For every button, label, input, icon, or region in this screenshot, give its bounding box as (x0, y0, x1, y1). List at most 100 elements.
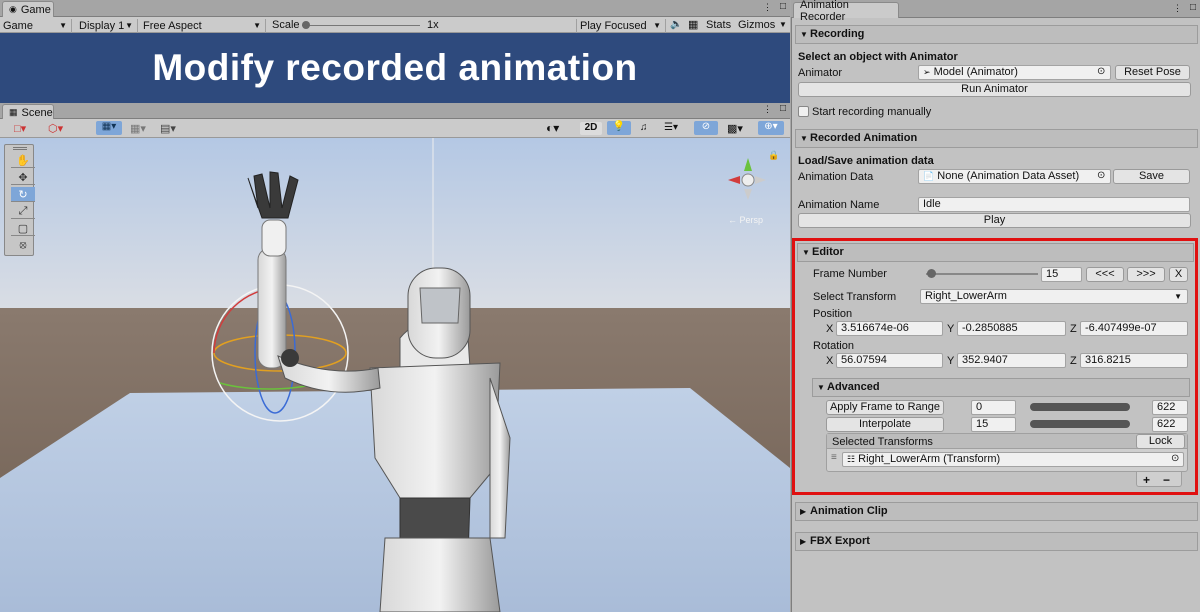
object-picker-icon[interactable]: ⊙ (1097, 66, 1105, 77)
frame-number-input[interactable]: 15 (1041, 267, 1082, 282)
palette-grip[interactable] (13, 147, 27, 150)
lighting-icon[interactable]: 💡 (607, 121, 631, 135)
tab-animation-recorder[interactable]: Animation Recorder (793, 0, 899, 23)
prev-frame-button[interactable]: <<< (1086, 267, 1124, 282)
selected-transform-item[interactable]: ☷ Right_LowerArm (Transform) (842, 452, 1184, 467)
foldout-open-icon: ▼ (800, 30, 808, 39)
display-dropdown[interactable]: Display 1 ▼ (76, 19, 138, 33)
animation-clip-foldout[interactable]: ▶ Animation Clip (795, 502, 1198, 521)
maximize-icon[interactable]: □ (780, 103, 786, 114)
start-manual-checkbox[interactable] (798, 106, 809, 117)
more-options-icon[interactable]: ⋮ (1173, 3, 1182, 14)
remove-item-button[interactable]: − (1163, 473, 1170, 487)
more-options-icon[interactable]: ⋮ (763, 104, 772, 115)
scale-slider[interactable] (302, 25, 420, 26)
tab-game[interactable]: ◉ Game (2, 1, 54, 17)
mute-audio-icon[interactable]: 🔈 (670, 19, 682, 30)
position-y-input[interactable]: -0.2850885 (957, 321, 1066, 336)
add-item-button[interactable]: + (1143, 473, 1150, 487)
frame-slider-track[interactable] (926, 273, 1038, 275)
animation-name-input[interactable]: Idle (918, 197, 1190, 212)
range-min-input[interactable]: 0 (971, 400, 1016, 415)
animation-data-field[interactable]: 📄 None (Animation Data Asset) (918, 169, 1111, 184)
aspect-dropdown[interactable]: Free Aspect ▼ (140, 19, 266, 33)
next-frame-button[interactable]: >>> (1127, 267, 1165, 282)
play-button[interactable]: Play (798, 213, 1191, 228)
scale-tool-icon[interactable]: ⤢ (11, 204, 35, 219)
maximize-icon[interactable]: □ (1190, 2, 1196, 13)
position-z-input[interactable]: -6.407499e-07 (1080, 321, 1188, 336)
hidden-objects-icon[interactable]: ⊘ (694, 121, 718, 135)
tab-scene[interactable]: ▦ Scene (2, 104, 54, 120)
advanced-foldout[interactable]: ▼ Advanced (812, 378, 1190, 397)
rotation-x-input[interactable]: 56.07594 (836, 353, 943, 368)
selected-transform-value: Right_LowerArm (Transform) (858, 453, 1001, 465)
more-options-icon[interactable]: ⋮ (763, 2, 772, 13)
select-transform-dropdown[interactable]: Right_LowerArm ▼ (920, 289, 1188, 304)
gizmos-toggle[interactable]: Gizmos (738, 19, 775, 32)
increment-snap-icon[interactable]: ▦▾ (130, 122, 146, 135)
rotation-z-input[interactable]: 316.8215 (1080, 353, 1188, 368)
rect-tool-icon[interactable]: ▢ (11, 221, 35, 236)
chevron-down-icon: ▼ (125, 21, 133, 30)
rotation-label: Rotation (813, 340, 854, 352)
display-value: Display 1 (79, 20, 125, 32)
draw-mode-icon[interactable]: □▾ (14, 122, 26, 135)
animation-data-label: Animation Data (798, 171, 874, 183)
hand-tool-icon[interactable]: ✋ (11, 153, 35, 168)
move-tool-icon[interactable]: ✥ (11, 170, 35, 185)
persp-label[interactable]: ← Persp (728, 215, 763, 225)
tab-recorder-label: Animation Recorder (800, 0, 849, 23)
interpolate-min-input[interactable]: 15 (971, 417, 1016, 432)
chevron-down-icon: ▼ (1174, 292, 1182, 301)
recording-foldout[interactable]: ▼ Recording (795, 25, 1198, 44)
interpolate-slider[interactable] (1030, 420, 1130, 428)
reset-pose-button[interactable]: Reset Pose (1115, 65, 1190, 80)
lock-button[interactable]: Lock (1136, 434, 1185, 449)
position-x-input[interactable]: 3.516674e-06 (836, 321, 943, 336)
run-animator-button[interactable]: Run Animator (798, 82, 1191, 97)
lock-icon[interactable]: 🔒 (768, 150, 779, 161)
audio-icon[interactable]: ♫ (640, 122, 648, 133)
render-mode-icon[interactable]: ◐▾ (546, 121, 559, 135)
align-icon[interactable]: ▤▾ (160, 122, 176, 135)
editor-header: Editor (812, 246, 844, 258)
recorded-header: Recorded Animation (810, 132, 918, 144)
chevron-down-icon[interactable]: ▼ (779, 20, 787, 29)
scale-value: 1x (427, 19, 439, 31)
interpolate-max-input[interactable]: 622 (1152, 417, 1188, 432)
rotate-tool-icon[interactable]: ↻ (11, 187, 35, 202)
animator-field[interactable]: ➢ Model (Animator) (918, 65, 1111, 80)
apply-frame-to-range-button[interactable]: Apply Frame to Range (826, 400, 944, 415)
close-editor-button[interactable]: X (1169, 267, 1188, 282)
scale-slider-thumb[interactable] (302, 21, 310, 29)
drag-handle-icon[interactable]: ≡ (831, 452, 837, 463)
interpolate-button[interactable]: Interpolate (826, 417, 944, 432)
transform-tool-icon[interactable]: ⦻ (11, 238, 35, 253)
object-picker-icon[interactable]: ⊙ (1171, 453, 1179, 464)
stats-toggle[interactable]: Stats (706, 19, 731, 32)
mode-2d-toggle[interactable]: 2D (580, 122, 602, 135)
play-mode-dropdown[interactable]: Play Focused ▼ (576, 19, 666, 33)
scale-label: Scale (272, 19, 300, 31)
object-picker-icon[interactable]: ⊙ (1097, 170, 1105, 181)
grid-icon[interactable]: ▦ (688, 18, 698, 31)
range-slider[interactable] (1030, 403, 1130, 411)
display-mode-dropdown[interactable]: Game ▼ (0, 19, 72, 33)
save-button[interactable]: Save (1113, 169, 1190, 184)
range-max-input[interactable]: 622 (1152, 400, 1188, 415)
game-toolbar: Game ▼ Display 1 ▼ Free Aspect ▼ Scale 1x P… (0, 17, 790, 33)
recorded-animation-foldout[interactable]: ▼ Recorded Animation (795, 129, 1198, 148)
camera-icon[interactable]: ▩▾ (727, 122, 743, 135)
rotation-y-input[interactable]: 352.9407 (957, 353, 1066, 368)
gizmo-globe-icon[interactable]: ⊕▾ (758, 121, 784, 135)
select-object-title: Select an object with Animator (798, 51, 958, 63)
frame-slider-thumb[interactable] (926, 269, 936, 278)
fbx-export-foldout[interactable]: ▶ FBX Export (795, 532, 1198, 551)
maximize-icon[interactable]: □ (780, 1, 786, 12)
editor-foldout[interactable]: ▼ Editor (797, 243, 1194, 262)
shaded-cube-icon[interactable]: ⬡▾ (48, 122, 63, 135)
chevron-down-icon: ▼ (653, 21, 661, 30)
effects-icon[interactable]: ☰▾ (664, 122, 678, 133)
grid-snap-icon[interactable]: ▦▾ (96, 121, 122, 135)
